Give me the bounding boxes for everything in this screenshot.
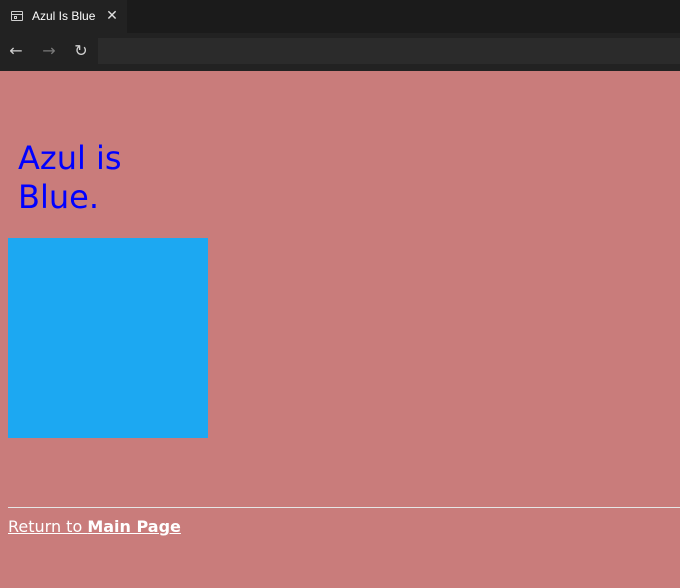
- link-main-page-text: Main Page: [87, 517, 181, 536]
- divider: [8, 507, 680, 508]
- tab-bar: Azul Is Blue ✕: [0, 0, 680, 34]
- tab-azul-is-blue[interactable]: Azul Is Blue ✕: [0, 0, 127, 34]
- reload-icon[interactable]: ↻: [70, 40, 92, 62]
- page-heading: Azul is Blue.: [18, 139, 122, 216]
- return-to-main-page-link[interactable]: Return to Main Page: [8, 517, 181, 537]
- page-icon: [11, 11, 23, 21]
- link-prefix: Return to: [8, 517, 88, 536]
- tab-title: Azul Is Blue: [32, 9, 96, 23]
- blue-square: [8, 238, 208, 438]
- navigation-bar: ← → ↻: [0, 33, 680, 71]
- close-icon[interactable]: ✕: [104, 8, 120, 24]
- forward-arrow-icon[interactable]: →: [38, 40, 60, 62]
- page-content: Azul is Blue. Return to Main Page: [0, 71, 680, 588]
- back-arrow-icon[interactable]: ←: [5, 40, 27, 62]
- address-bar[interactable]: [98, 38, 680, 64]
